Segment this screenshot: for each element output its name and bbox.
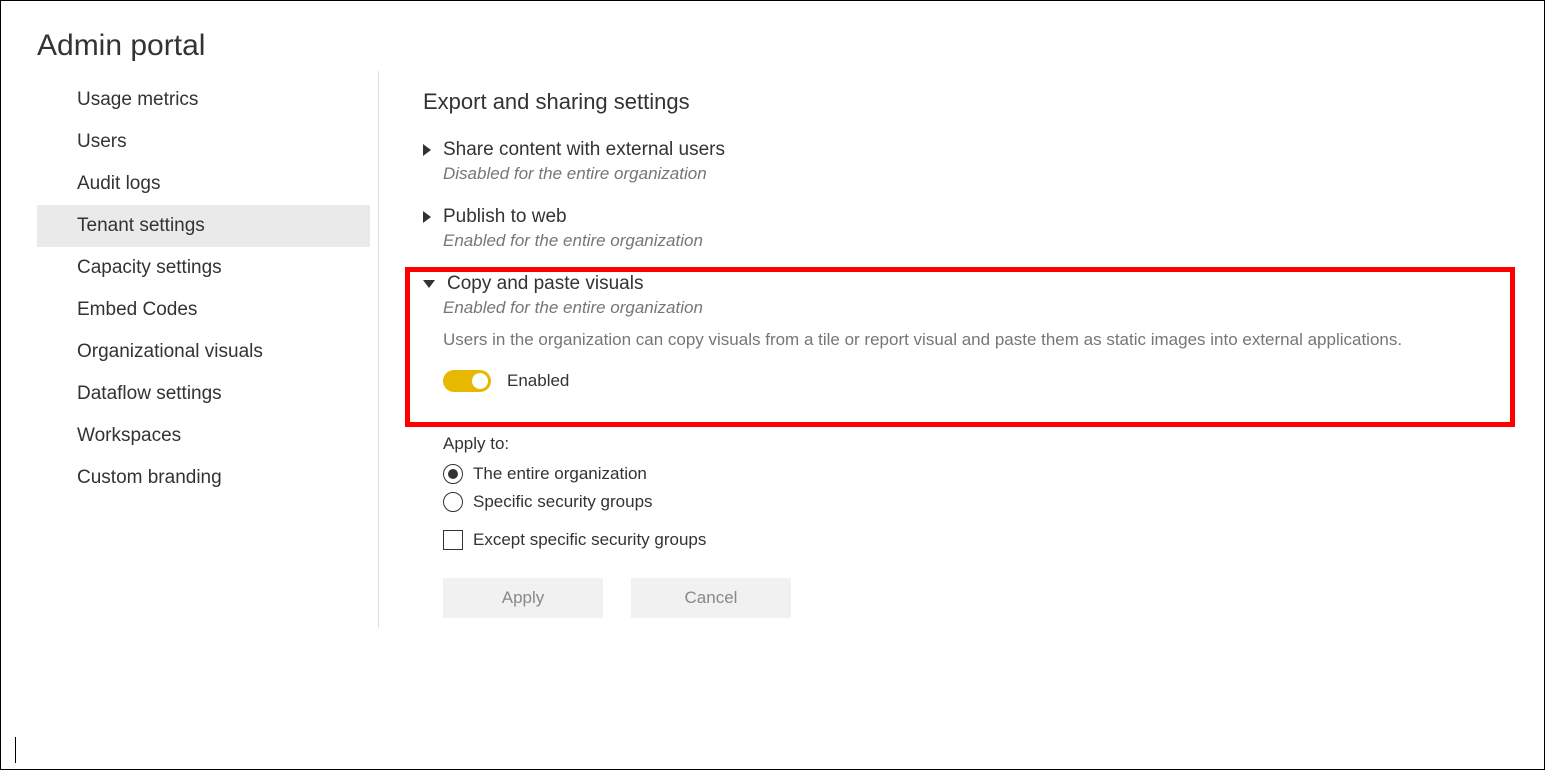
setting-description: Users in the organization can copy visua… xyxy=(443,328,1534,352)
sidebar-item-dataflow-settings[interactable]: Dataflow settings xyxy=(37,373,370,415)
toggle-label: Enabled xyxy=(507,371,569,391)
page-title: Admin portal xyxy=(1,1,1544,71)
apply-button[interactable]: Apply xyxy=(443,578,603,618)
setting-status: Enabled for the entire organization xyxy=(443,298,1534,318)
sidebar-item-capacity-settings[interactable]: Capacity settings xyxy=(37,247,370,289)
apply-to-section: Apply to: The entire organization Specif… xyxy=(443,434,1534,550)
radio-icon xyxy=(443,464,463,484)
radio-label: Specific security groups xyxy=(473,492,653,512)
content-area: Usage metrics Users Audit logs Tenant se… xyxy=(1,71,1544,628)
radio-icon xyxy=(443,492,463,512)
setting-share-external: Share content with external users Disabl… xyxy=(423,139,1534,184)
sidebar-item-custom-branding[interactable]: Custom branding xyxy=(37,457,370,499)
text-caret xyxy=(15,737,16,763)
apply-to-label: Apply to: xyxy=(443,434,1534,454)
setting-header-publish-web[interactable]: Publish to web xyxy=(423,206,1534,228)
checkbox-icon xyxy=(443,530,463,550)
checkbox-except-groups[interactable]: Except specific security groups xyxy=(443,530,1534,550)
button-row: Apply Cancel xyxy=(443,578,1534,618)
setting-title: Share content with external users xyxy=(443,139,725,161)
sidebar-item-embed-codes[interactable]: Embed Codes xyxy=(37,289,370,331)
toggle-knob xyxy=(472,373,488,389)
radio-entire-org[interactable]: The entire organization xyxy=(443,464,1534,484)
radio-specific-groups[interactable]: Specific security groups xyxy=(443,492,1534,512)
toggle-row: Enabled xyxy=(443,370,1534,392)
sidebar-item-users[interactable]: Users xyxy=(37,121,370,163)
main-panel: Export and sharing settings Share conten… xyxy=(379,71,1544,628)
checkbox-label: Except specific security groups xyxy=(473,530,706,550)
setting-header-copy-paste[interactable]: Copy and paste visuals xyxy=(423,273,1534,295)
setting-title: Copy and paste visuals xyxy=(447,273,643,295)
setting-status: Disabled for the entire organization xyxy=(443,164,1534,184)
setting-copy-paste-visuals: Copy and paste visuals Enabled for the e… xyxy=(423,273,1534,392)
sidebar-item-workspaces[interactable]: Workspaces xyxy=(37,415,370,457)
setting-title: Publish to web xyxy=(443,206,567,228)
setting-status: Enabled for the entire organization xyxy=(443,231,1534,251)
setting-publish-web: Publish to web Enabled for the entire or… xyxy=(423,206,1534,251)
caret-right-icon xyxy=(423,144,431,156)
radio-label: The entire organization xyxy=(473,464,647,484)
setting-header-share-external[interactable]: Share content with external users xyxy=(423,139,1534,161)
enabled-toggle[interactable] xyxy=(443,370,491,392)
admin-portal-frame: Admin portal Usage metrics Users Audit l… xyxy=(0,0,1545,770)
caret-down-icon xyxy=(423,280,435,288)
caret-right-icon xyxy=(423,211,431,223)
cancel-button[interactable]: Cancel xyxy=(631,578,791,618)
sidebar-item-usage-metrics[interactable]: Usage metrics xyxy=(37,79,370,121)
sidebar-item-tenant-settings[interactable]: Tenant settings xyxy=(37,205,370,247)
section-title: Export and sharing settings xyxy=(423,89,1534,115)
sidebar-item-audit-logs[interactable]: Audit logs xyxy=(37,163,370,205)
sidebar-item-organizational-visuals[interactable]: Organizational visuals xyxy=(37,331,370,373)
sidebar: Usage metrics Users Audit logs Tenant se… xyxy=(37,71,379,628)
